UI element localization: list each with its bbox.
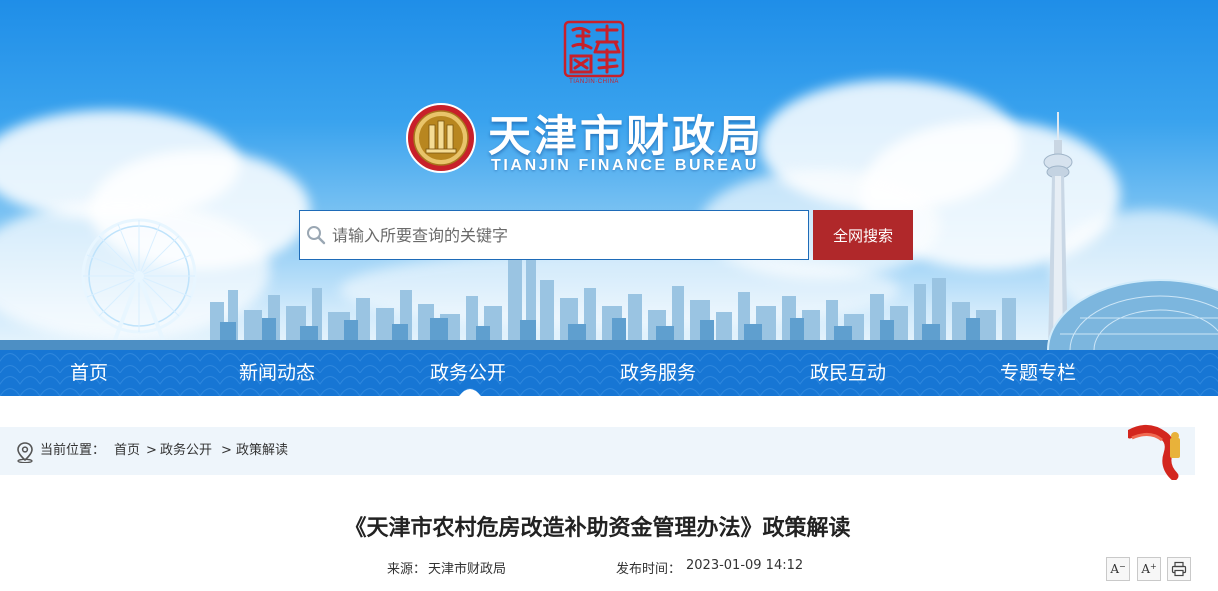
red-ribbon-decoration: [1128, 425, 1180, 480]
printer-icon: [1171, 561, 1187, 577]
font-larger-letter: A: [1141, 562, 1150, 576]
search-icon: [307, 226, 326, 245]
font-smaller-sign: −: [1118, 561, 1126, 571]
source-label: 来源：: [387, 562, 427, 577]
font-larger-sign: +: [1149, 561, 1157, 571]
breadcrumb-link-policy-interpretation[interactable]: 政策解读: [236, 442, 288, 460]
breadcrumb-separator: >: [146, 443, 157, 458]
breadcrumb-separator: >: [221, 443, 232, 458]
nav-item-home[interactable]: 首页: [70, 350, 108, 396]
tianjin-seal-logo: [563, 20, 625, 78]
site-title: 天津市财政局: [488, 112, 764, 162]
location-pin-icon: [17, 442, 33, 463]
breadcrumb-prefix: 当前位置：: [40, 443, 106, 458]
nav-item-interaction[interactable]: 政民互动: [810, 350, 886, 396]
search-input[interactable]: [326, 212, 808, 258]
publish-date-value: 2023-01-09 14:12: [686, 558, 804, 573]
font-larger-button[interactable]: A +: [1137, 557, 1161, 581]
print-button[interactable]: [1167, 557, 1191, 581]
article-title: 《天津市农村危房改造补助资金管理办法》政策解读: [344, 516, 851, 541]
search-button[interactable]: 全网搜索: [813, 210, 913, 260]
nav-item-news[interactable]: 新闻动态: [239, 350, 315, 396]
active-nav-indicator: [459, 389, 481, 396]
breadcrumb-link-home[interactable]: 首页: [114, 442, 140, 460]
font-smaller-letter: A: [1110, 562, 1119, 576]
publish-date-label: 发布时间：: [616, 562, 682, 577]
seal-caption: TIANJIN·CHINA: [569, 79, 619, 85]
main-nav: 首页 新闻动态 政务公开 政务服务 政民互动 专题专栏: [0, 350, 1218, 396]
site-subtitle: TIANJIN FINANCE BUREAU: [491, 157, 759, 174]
search-box: [299, 210, 809, 260]
finance-bureau-emblem: [406, 103, 476, 173]
source-value: 天津市财政局: [428, 562, 507, 577]
header-banner: TIANJIN·CHINA 天津市财政局 TIANJIN FINANCE BUR…: [0, 0, 1218, 350]
nav-item-services[interactable]: 政务服务: [620, 350, 696, 396]
stadium-dome-illustration: [1047, 279, 1218, 350]
breadcrumb-link-government-affairs[interactable]: 政务公开: [160, 442, 212, 460]
font-smaller-button[interactable]: A −: [1106, 557, 1130, 581]
nav-item-special-topics[interactable]: 专题专栏: [1000, 350, 1076, 396]
